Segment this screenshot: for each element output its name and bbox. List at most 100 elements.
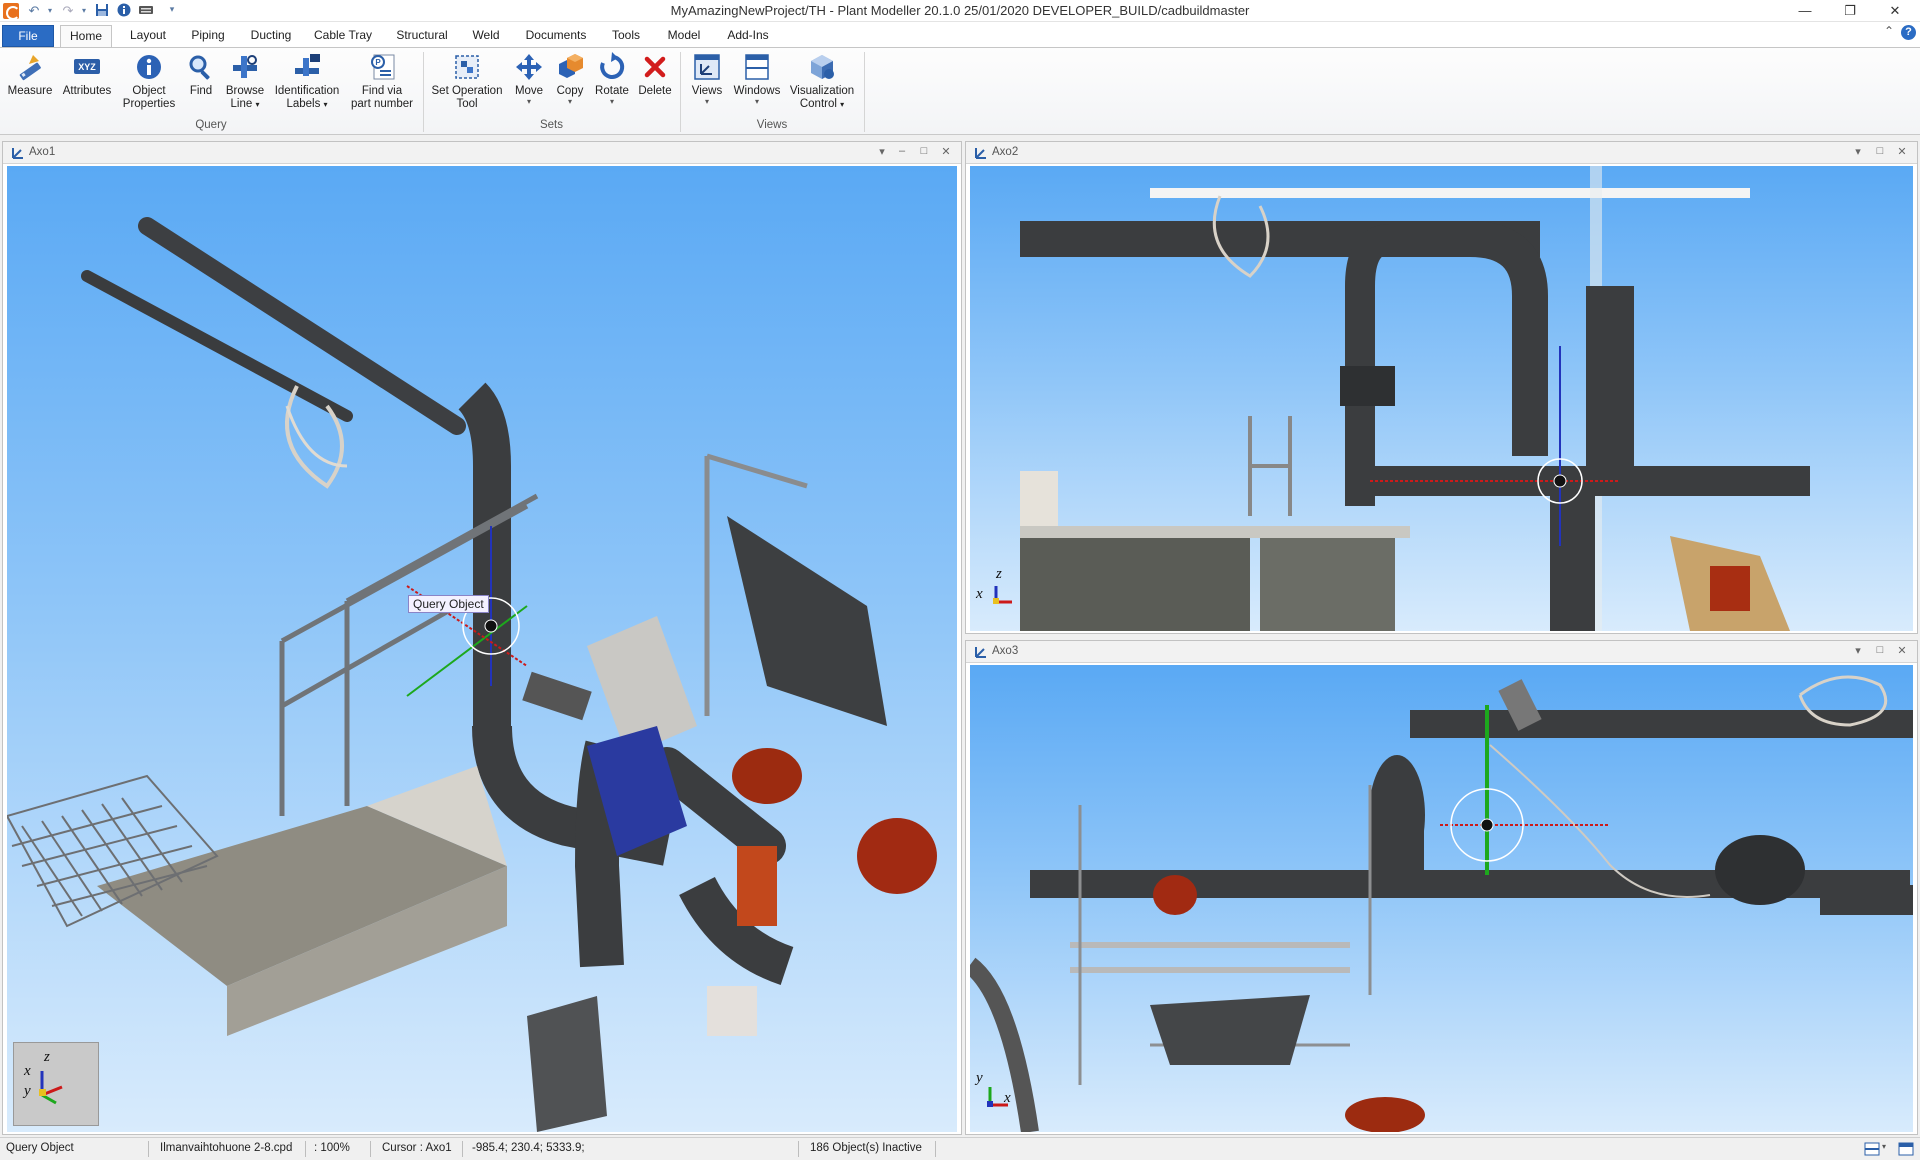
attributes-label: Attributes — [62, 85, 112, 97]
info-circle-icon — [134, 52, 164, 82]
axis-triad-icon — [39, 1071, 63, 1105]
tab-add-ins[interactable]: Add-Ins — [720, 25, 776, 47]
axo-view-icon — [975, 148, 986, 159]
copy-button[interactable]: Copy ▾ — [551, 52, 589, 106]
collapse-ribbon-icon[interactable]: ⌃ — [1884, 24, 1894, 38]
object-properties-label-2: Properties — [122, 98, 176, 110]
viewport-title: Axo1 — [29, 146, 56, 158]
delete-label: Delete — [638, 85, 672, 97]
viewport-title: Axo2 — [992, 146, 1019, 158]
viewport-minimize-button[interactable]: – — [893, 145, 911, 157]
axis-gizmo[interactable]: x y z — [13, 1042, 99, 1126]
viewport-header: Axo2 ▾ □ ✕ — [966, 142, 1917, 164]
find-via-part-number-button[interactable]: P Find via part number — [346, 52, 418, 111]
close-button[interactable]: ✕ — [1880, 2, 1910, 20]
viewport-menu-dropdown[interactable]: ▾ — [1849, 644, 1867, 657]
3d-view-axo2[interactable]: x z — [970, 166, 1913, 631]
ribbon-home: Measure XYZ Attributes Object Properties… — [0, 47, 1920, 135]
measure-button[interactable]: Measure — [4, 52, 56, 98]
status-separator — [935, 1141, 936, 1157]
identification-labels-label-1: Identification — [274, 85, 340, 97]
viewport-menu-dropdown[interactable]: ▾ — [873, 145, 891, 158]
object-properties-button[interactable]: Object Properties — [118, 52, 180, 111]
query-object-tooltip: Query Object — [408, 595, 489, 613]
object-properties-label-1: Object — [132, 85, 166, 97]
restore-button[interactable]: ❐ — [1835, 2, 1865, 20]
axis-z-label: z — [44, 1049, 50, 1065]
rotate-button[interactable]: Rotate ▾ — [591, 52, 633, 106]
tab-home[interactable]: Home — [60, 25, 112, 47]
status-separator — [370, 1141, 371, 1157]
viewport-close-button[interactable]: ✕ — [937, 145, 955, 158]
tab-model[interactable]: Model — [660, 25, 708, 47]
find-button[interactable]: Find — [183, 52, 219, 98]
viewport-axo2[interactable]: Axo2 ▾ □ ✕ x z — [965, 141, 1918, 634]
viewport-close-button[interactable]: ✕ — [1893, 145, 1911, 158]
rotate-label: Rotate — [595, 85, 629, 97]
window-title: MyAmazingNewProject/TH - Plant Modeller … — [670, 3, 1250, 18]
axis-triad-icon — [987, 1087, 1008, 1107]
group-label-sets: Sets — [539, 119, 563, 131]
viewport-axo1[interactable]: Axo1 ▾ – □ ✕ Query Object x y z — [2, 141, 962, 1135]
axis-triad-icon — [993, 586, 1012, 604]
3d-view-axo1[interactable]: Query Object x y z — [7, 166, 957, 1132]
measure-icon — [15, 52, 45, 82]
browse-line-label-2: Line — [230, 98, 253, 110]
identification-labels-button[interactable]: Identification Labels ▾ — [271, 52, 343, 111]
layout-split-icon[interactable] — [1864, 1142, 1880, 1156]
viewport-close-button[interactable]: ✕ — [1893, 644, 1911, 657]
viewport-menu-dropdown[interactable]: ▾ — [1849, 145, 1867, 158]
axis-z-label: z — [996, 566, 1002, 582]
find-via-part-number-label-1: Find via — [361, 85, 403, 97]
tab-layout[interactable]: Layout — [122, 25, 174, 47]
viewport-maximize-button[interactable]: □ — [1871, 644, 1889, 656]
axo-view-icon — [975, 647, 986, 658]
minimize-button[interactable]: — — [1790, 2, 1820, 20]
visualization-label-1: Visualization — [789, 85, 855, 97]
tab-tools[interactable]: Tools — [604, 25, 648, 47]
magnifier-icon — [186, 52, 216, 82]
browse-line-label-1: Browse — [225, 85, 265, 97]
delete-button[interactable]: Delete — [635, 52, 675, 98]
tab-cable-tray[interactable]: Cable Tray — [309, 25, 377, 47]
tab-file[interactable]: File — [2, 25, 54, 47]
ribbon-tabs: File Home Layout Piping Ducting Cable Tr… — [0, 22, 1920, 47]
3d-view-axo3[interactable]: x y — [970, 665, 1913, 1132]
rotate-icon — [597, 52, 627, 82]
find-via-part-number-label-2: part number — [350, 98, 413, 110]
attributes-button[interactable]: XYZ Attributes — [58, 52, 116, 98]
identification-labels-label-2: Labels — [286, 98, 321, 110]
move-arrows-icon — [514, 52, 544, 82]
point-cloud-scene — [1020, 166, 1810, 631]
tab-ducting[interactable]: Ducting — [243, 25, 299, 47]
layout-dropdown-icon[interactable]: ▾ — [1882, 1142, 1886, 1151]
tab-documents[interactable]: Documents — [518, 25, 594, 47]
set-operation-tool-button[interactable]: Set Operation Tool — [428, 52, 506, 111]
title-bar: ↶ ▾ ↷ ▾ ▾ MyAmazingNewProject/TH - Plant… — [0, 0, 1920, 22]
group-label-views: Views — [756, 119, 788, 131]
viewport-maximize-button[interactable]: □ — [1871, 145, 1889, 157]
svg-text:P: P — [375, 58, 381, 67]
viewport-axo3[interactable]: Axo3 ▾ □ ✕ x y — [965, 640, 1918, 1135]
move-label: Move — [514, 85, 544, 97]
axis-x-label: x — [976, 586, 983, 602]
find-label: Find — [189, 85, 213, 97]
windows-button[interactable]: Windows ▾ — [730, 52, 784, 106]
viewport-header: Axo1 ▾ – □ ✕ — [3, 142, 961, 164]
views-label: Views — [691, 85, 723, 97]
views-button[interactable]: Views ▾ — [686, 52, 728, 106]
axis-y-label: y — [24, 1083, 31, 1099]
tab-piping[interactable]: Piping — [182, 25, 234, 47]
status-separator — [148, 1141, 149, 1157]
visualization-control-button[interactable]: Visualization Control ▾ — [786, 52, 858, 111]
tab-weld[interactable]: Weld — [464, 25, 508, 47]
tab-structural[interactable]: Structural — [389, 25, 455, 47]
layout-window-icon[interactable] — [1898, 1142, 1914, 1156]
status-coordinates: -985.4; 230.4; 5333.9; — [472, 1142, 585, 1154]
group-label-query: Query — [195, 119, 227, 131]
help-icon[interactable]: ? — [1901, 25, 1916, 40]
browse-line-button[interactable]: Browse Line ▾ — [222, 52, 268, 111]
ribbon-separator — [423, 52, 424, 132]
move-button[interactable]: Move ▾ — [509, 52, 549, 106]
viewport-maximize-button[interactable]: □ — [915, 145, 933, 157]
